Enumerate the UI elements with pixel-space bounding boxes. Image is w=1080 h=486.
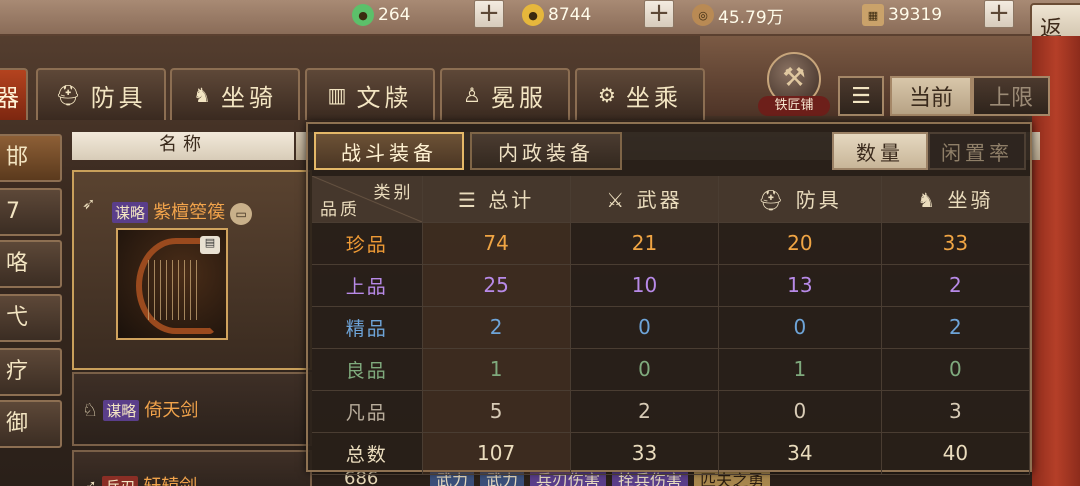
tab-weapons[interactable]: 器 — [0, 68, 28, 120]
add-gold-button[interactable]: + — [644, 0, 674, 28]
limit-toggle[interactable]: 上限 — [972, 76, 1050, 116]
gold-coin-icon: ● — [522, 4, 544, 26]
table-header-row: 类别 品质 ☰ 总计 ⚔ 武器 ⛑ 防具 ♞ 坐骑 — [312, 176, 1031, 223]
gold-resource: ● 8744 — [522, 2, 591, 28]
current-toggle[interactable]: 当前 — [890, 76, 972, 116]
side-item-5[interactable]: 御 — [0, 400, 62, 448]
equipment-stats-popup: 战斗装备 内政装备 数量 闲置率 类别 品质 ☰ 总计 ⚔ 武器 ⛑ 防具 ♞ … — [306, 122, 1032, 475]
equipment-name: 倚天剑 — [144, 400, 199, 421]
category-tag: 兵刃 — [102, 476, 139, 486]
carriage-icon: ⚙ — [598, 83, 620, 107]
add-jade-button[interactable]: + — [474, 0, 504, 28]
quality-label: 珍品 — [312, 222, 423, 265]
list-view-button[interactable]: ☰ — [838, 76, 884, 116]
scroll-icon: ▥ — [327, 83, 351, 107]
name-column-header: 名称 — [72, 132, 294, 160]
side-item-1[interactable]: 7 — [0, 188, 62, 236]
equipment-card[interactable]: ➶ 兵刃 轩辕剑 686 — [72, 450, 378, 486]
quality-label: 精品 — [312, 306, 423, 349]
tab-documents[interactable]: ▥ 文牍 — [305, 68, 435, 120]
side-item-3[interactable]: 弋 — [0, 294, 62, 342]
equipment-image: ▤ — [116, 228, 228, 340]
tab-battle-equipment[interactable]: 战斗装备 — [314, 132, 464, 170]
tab-robe[interactable]: ♙ 冕服 — [440, 68, 570, 120]
equipment-name: 轩辕剑 — [143, 476, 197, 486]
copper-coin-icon: ◎ — [692, 4, 714, 26]
chest-icon[interactable]: ▭ — [230, 203, 253, 225]
grain-resource: ▦ 39319 — [862, 2, 942, 28]
equipment-card-selected[interactable]: ➶ 谋略 紫檀箜篌 ▭ ▤ — [72, 170, 312, 370]
list-icon: ☰ — [851, 83, 871, 109]
quality-label: 凡品 — [312, 390, 423, 433]
storage-badge-icon: ▤ — [200, 236, 220, 254]
copper-resource: ◎ 45.79万 — [692, 2, 784, 28]
table-row: 珍品 74 21 20 33 — [312, 222, 1031, 265]
mode-quantity-button[interactable]: 数量 — [832, 132, 928, 170]
table-row: 凡品 5 2 0 3 — [312, 390, 1031, 433]
armor-icon: ⛑ — [758, 188, 796, 213]
resource-bar: ● 264 + ● 8744 + ◎ 45.79万 ▦ 39319 + — [0, 0, 1080, 36]
sword-icon: ⚔ — [606, 188, 637, 213]
horse-icon: ♞ — [193, 83, 215, 107]
table-total-row: 总数 107 33 34 40 — [312, 432, 1031, 475]
table-row: 上品 25 10 13 2 — [312, 264, 1031, 307]
stats-table: 类别 品质 ☰ 总计 ⚔ 武器 ⛑ 防具 ♞ 坐骑 珍品 74 21 20 33… — [312, 176, 1031, 475]
cursor-icon: ➶ — [82, 194, 96, 213]
equipment-name: 紫檀箜篌 — [153, 202, 226, 223]
category-tag: 谋略 — [103, 400, 140, 421]
table-row: 良品 1 0 1 0 — [312, 348, 1031, 391]
category-tag: 谋略 — [112, 202, 149, 223]
table-corner: 类别 品质 — [312, 176, 423, 223]
table-row: 精品 2 0 0 2 — [312, 306, 1031, 349]
column-mount: ♞ 坐骑 — [881, 176, 1031, 223]
side-item-2[interactable]: 咯 — [0, 240, 62, 288]
side-item-0[interactable]: 邯 — [0, 134, 62, 182]
jade-resource: ● 264 — [352, 2, 410, 28]
list-icon: ☰ — [458, 188, 489, 213]
side-item-4[interactable]: 疗 — [0, 348, 62, 396]
tab-civil-equipment[interactable]: 内政装备 — [470, 132, 622, 170]
equipment-card[interactable]: ♘ 谋略 倚天剑 — [72, 372, 312, 446]
armor-icon: ⛑ — [55, 83, 85, 107]
tab-armor[interactable]: ⛑ 防具 — [36, 68, 166, 120]
grain-icon: ▦ — [862, 4, 884, 26]
add-grain-button[interactable]: + — [984, 0, 1014, 28]
sword-icon: ➶ — [82, 476, 97, 486]
quality-label: 总数 — [312, 432, 423, 475]
horse-head-icon: ♘ — [82, 400, 99, 421]
quality-label: 上品 — [312, 264, 423, 307]
horse-icon: ♞ — [917, 188, 948, 213]
column-armor: ⛑ 防具 — [718, 176, 882, 223]
column-weapon: ⚔ 武器 — [570, 176, 720, 223]
jade-icon: ● — [352, 4, 374, 26]
quality-label: 良品 — [312, 348, 423, 391]
mode-idle-rate-button[interactable]: 闲置率 — [928, 132, 1026, 170]
blacksmith-button[interactable]: ⚒ 铁匠铺 — [758, 52, 830, 122]
tab-mount[interactable]: ♞ 坐骑 — [170, 68, 300, 120]
robe-icon: ♙ — [463, 83, 485, 107]
column-total: ☰ 总计 — [422, 176, 571, 223]
tab-carriage[interactable]: ⚙ 坐乘 — [575, 68, 705, 120]
